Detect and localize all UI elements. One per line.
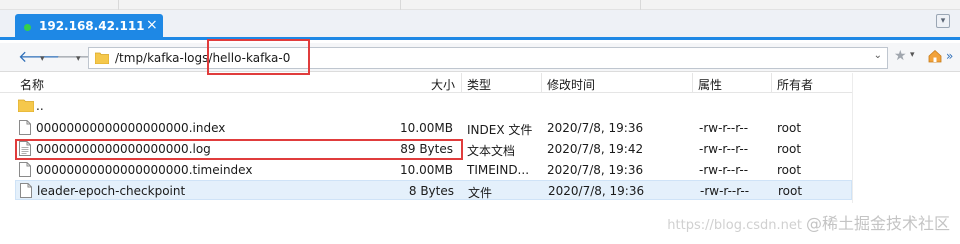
close-icon[interactable]: × <box>146 17 158 33</box>
file-modified: 2020/7/8, 19:42 <box>547 142 644 156</box>
file-size: 10.00MB <box>400 163 453 177</box>
column-header-modified[interactable]: 修改时间 <box>547 76 595 93</box>
file-size: 89 Bytes <box>400 142 453 156</box>
file-permissions: -rw-r--r-- <box>699 142 749 156</box>
back-history-dropdown-icon[interactable]: ▾ <box>40 50 45 68</box>
list-right-border <box>852 73 853 203</box>
list-item-checkpoint-file[interactable]: leader-epoch-checkpoint 8 Bytes 文件 2020/… <box>15 180 852 200</box>
column-header-owner[interactable]: 所有者 <box>777 76 813 93</box>
file-name: leader-epoch-checkpoint <box>37 184 186 198</box>
file-owner: root <box>777 163 802 177</box>
watermark-url: https://blog.csdn.net <box>667 218 802 233</box>
file-name: 00000000000000000000.log <box>36 142 211 156</box>
path-input[interactable]: /tmp/kafka-logs/hello-kafka-0 ⌄ <box>88 47 888 69</box>
column-divider[interactable] <box>541 73 542 93</box>
connection-status-icon <box>24 24 31 31</box>
column-divider[interactable] <box>771 73 772 93</box>
top-strip-divider <box>400 0 401 10</box>
path-current-folder: hello-kafka-0 <box>212 51 291 65</box>
file-modified: 2020/7/8, 19:36 <box>547 163 644 177</box>
file-permissions: -rw-r--r-- <box>700 184 750 198</box>
path-text: /tmp/kafka-logs/hello-kafka-0 <box>115 51 290 65</box>
top-strip-divider <box>640 0 641 10</box>
session-tab[interactable]: 192.168.42.111 × <box>15 14 163 40</box>
column-divider[interactable] <box>692 73 693 93</box>
list-item-index-file[interactable]: 00000000000000000000.index 10.00MB INDEX… <box>15 118 852 138</box>
file-permissions: -rw-r--r-- <box>699 163 749 177</box>
address-right-tools: ★ ▾ » <box>894 48 960 66</box>
file-modified: 2020/7/8, 19:36 <box>547 121 644 135</box>
file-modified: 2020/7/8, 19:36 <box>548 184 645 198</box>
home-icon[interactable] <box>928 49 942 63</box>
column-header-size[interactable]: 大小 <box>431 76 455 93</box>
tab-bar: 192.168.42.111 × ▾ <box>0 10 960 40</box>
file-list-header: 名称 ⌃ 大小 类型 修改时间 属性 所有者 <box>0 72 852 93</box>
sort-ascending-icon: ⌃ <box>225 72 232 81</box>
list-item-parent-folder[interactable]: .. <box>15 96 852 116</box>
file-type: INDEX 文件 <box>467 123 533 137</box>
watermark-text: @稀土掘金技术社区 <box>805 214 950 233</box>
file-icon <box>20 183 32 198</box>
file-icon <box>19 162 31 177</box>
file-type: TIMEIND... <box>467 163 530 177</box>
tab-list-dropdown-icon[interactable]: ▾ <box>936 14 950 28</box>
folder-icon <box>18 99 34 112</box>
file-owner: root <box>777 121 802 135</box>
address-toolbar: 🡐 ▾ 🡒 ▾ /tmp/kafka-logs/hello-kafka-0 ⌄ … <box>0 43 960 72</box>
list-item-timeindex-file[interactable]: 00000000000000000000.timeindex 10.00MB T… <box>15 160 852 180</box>
file-type: 文本文档 <box>467 144 516 158</box>
text-document-icon <box>19 141 31 156</box>
list-item-log-file[interactable]: 00000000000000000000.log 89 Bytes 文本文档 2… <box>15 139 852 159</box>
more-tools-icon[interactable]: » <box>946 49 953 63</box>
path-history-dropdown-icon[interactable]: ⌄ <box>874 50 882 61</box>
watermark: https://blog.csdn.net @稀土掘金技术社区 <box>667 210 950 234</box>
column-header-name[interactable]: 名称 <box>20 76 44 93</box>
window-top-strip <box>0 0 960 10</box>
file-name: .. <box>36 99 44 113</box>
file-name: 00000000000000000000.index <box>36 121 226 135</box>
file-icon <box>19 120 31 135</box>
file-size: 10.00MB <box>400 121 453 135</box>
top-strip-divider <box>118 0 119 10</box>
session-tab-title: 192.168.42.111 <box>39 19 145 33</box>
bookmark-dropdown-icon[interactable]: ▾ <box>910 50 915 60</box>
path-prefix: /tmp/kafka-logs/ <box>115 51 213 65</box>
star-icon[interactable]: ★ <box>894 48 907 64</box>
column-header-type[interactable]: 类型 <box>467 76 491 93</box>
file-permissions: -rw-r--r-- <box>699 121 749 135</box>
file-size: 8 Bytes <box>408 184 454 198</box>
column-header-attributes[interactable]: 属性 <box>698 76 722 93</box>
file-type: 文件 <box>468 186 493 200</box>
file-owner: root <box>777 142 802 156</box>
file-owner: root <box>778 184 803 198</box>
folder-icon <box>95 52 109 64</box>
column-divider[interactable] <box>461 73 462 93</box>
file-name: 00000000000000000000.timeindex <box>36 163 253 177</box>
forward-history-dropdown-icon[interactable]: ▾ <box>76 50 81 68</box>
